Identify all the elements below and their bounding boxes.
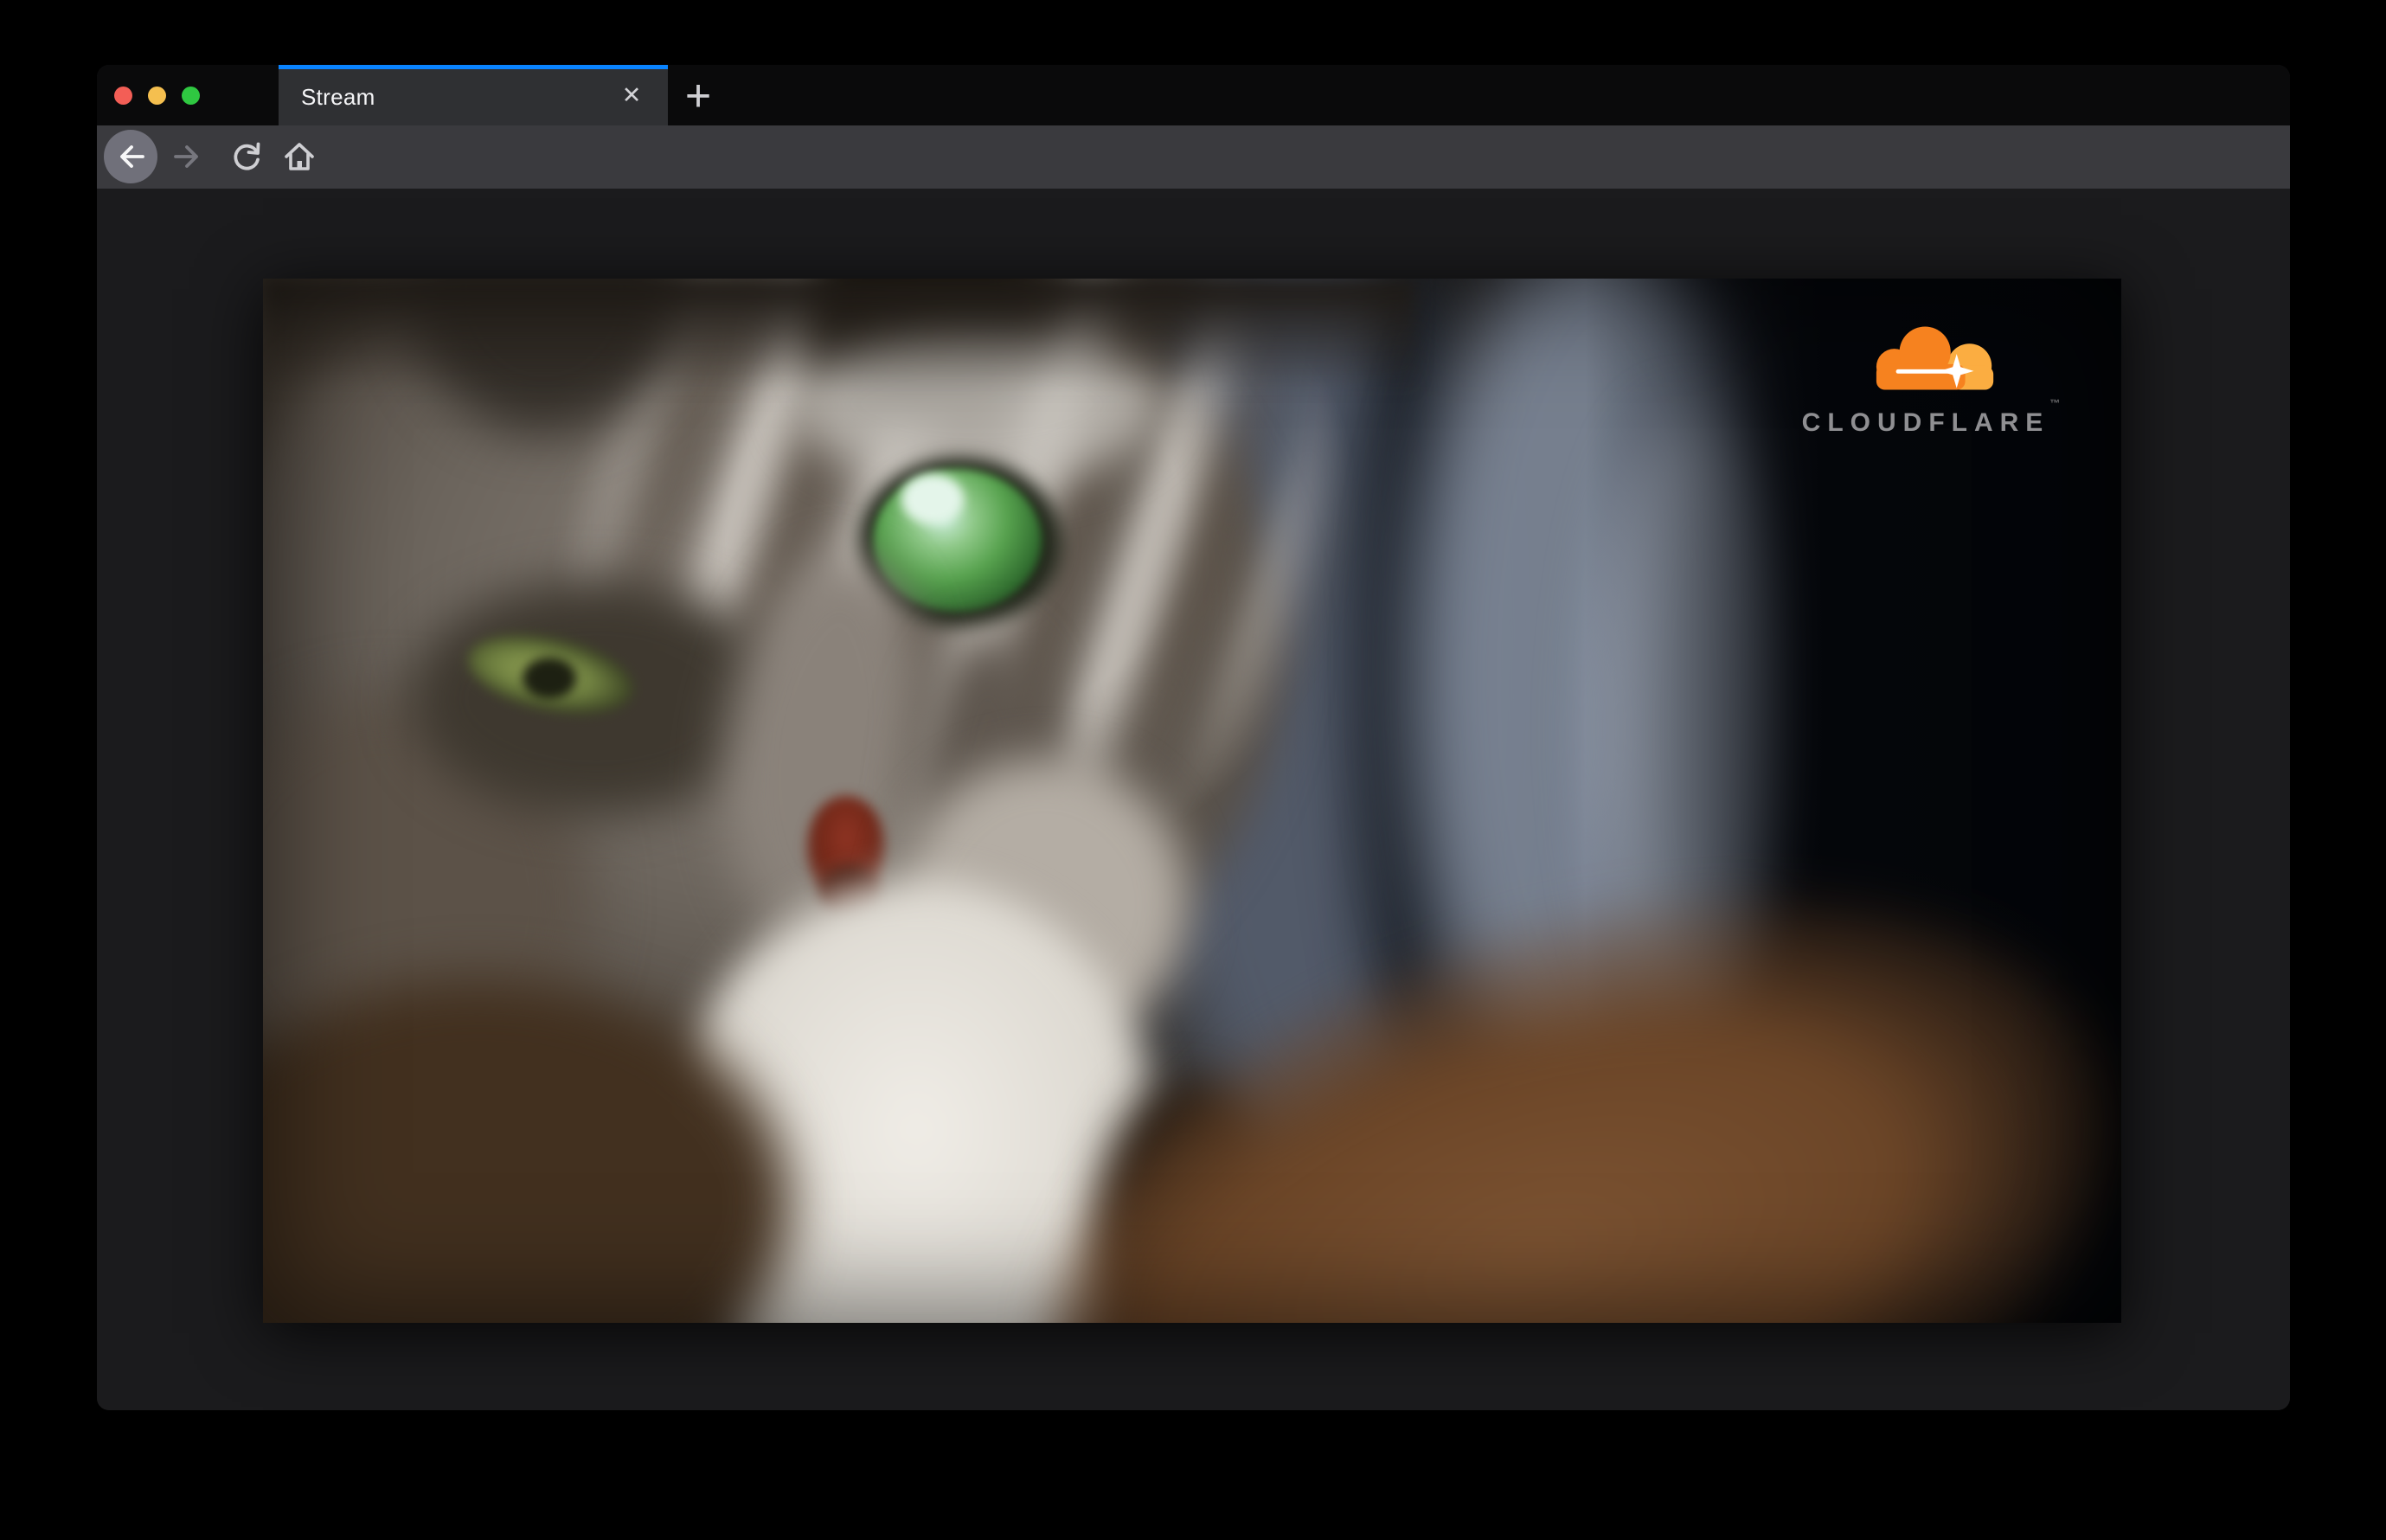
new-tab-button[interactable]: + <box>671 69 725 123</box>
browser-window: Stream ✕ + CLOUDFLARE™ <box>97 65 2290 1410</box>
video-player[interactable]: CLOUDFLARE™ <box>263 279 2121 1323</box>
cat-left-pupil <box>523 658 576 699</box>
window-controls <box>114 65 200 125</box>
tab-close-icon[interactable]: ✕ <box>613 76 651 114</box>
zoom-window-button[interactable] <box>182 86 200 105</box>
close-window-button[interactable] <box>114 86 132 105</box>
home-button[interactable] <box>279 136 320 177</box>
cloudflare-text: CLOUDFLARE <box>1801 408 2050 437</box>
reload-icon <box>234 142 260 170</box>
trademark-symbol: ™ <box>2049 397 2061 409</box>
forward-button[interactable] <box>167 136 208 177</box>
cat-right-eye-highlight <box>901 474 964 524</box>
tab-stream[interactable]: Stream ✕ <box>279 65 668 125</box>
cloudflare-logo-icon <box>1876 326 1994 390</box>
reload-button[interactable] <box>226 136 267 177</box>
tab-title: Stream <box>301 83 375 110</box>
cloudflare-wordmark: CLOUDFLARE™ <box>1802 397 2061 438</box>
page-content: CLOUDFLARE™ <box>97 189 2290 1410</box>
tab-bar: Stream ✕ + <box>97 65 2290 125</box>
forward-arrow-icon <box>174 145 198 168</box>
back-button[interactable] <box>104 130 157 183</box>
navigation-toolbar: https://watch.cloudflarestream.com/11859… <box>97 125 2290 239</box>
minimize-window-button[interactable] <box>148 86 166 105</box>
back-arrow-icon <box>120 145 144 168</box>
cloudflare-watermark: CLOUDFLARE™ <box>1784 326 2078 438</box>
video-top-shadow <box>263 279 1415 391</box>
home-icon <box>285 143 314 170</box>
